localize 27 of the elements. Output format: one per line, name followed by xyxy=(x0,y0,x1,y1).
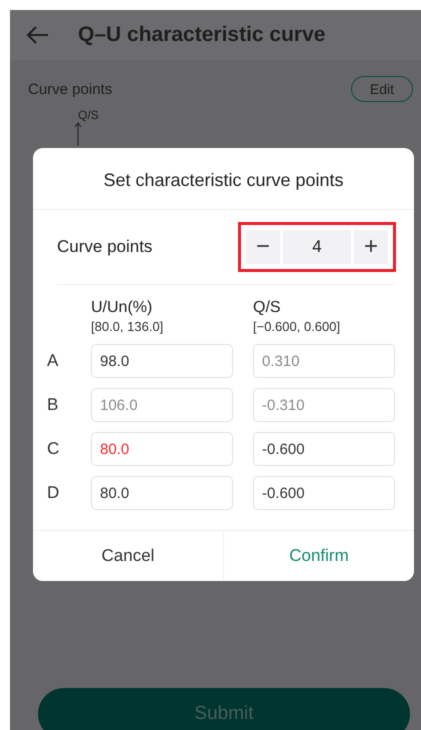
input-field[interactable]: 98.0 xyxy=(91,344,233,378)
section-label: Curve points xyxy=(28,80,112,98)
axis-line xyxy=(74,122,82,146)
row-label: D xyxy=(47,483,60,503)
input-field[interactable]: 80.0 xyxy=(91,476,233,510)
increment-button[interactable]: + xyxy=(354,230,388,264)
stepper-value[interactable]: 4 xyxy=(283,230,351,264)
row-label: B xyxy=(47,395,60,415)
column-range: [80.0, 136.0] xyxy=(91,319,164,334)
stepper-label: Curve points xyxy=(57,237,152,257)
row-label: A xyxy=(47,351,60,371)
page-title: Q–U characteristic curve xyxy=(78,23,326,47)
input-field[interactable]: -0.600 xyxy=(253,432,395,466)
axis-label: Q/S xyxy=(78,108,100,122)
input-field[interactable]: 80.0 xyxy=(91,432,233,466)
input-field[interactable]: -0.600 xyxy=(253,476,395,510)
row-label: C xyxy=(47,439,60,459)
confirm-button[interactable]: Confirm xyxy=(223,531,414,581)
input-field[interactable]: 0.310 xyxy=(253,344,395,378)
decrement-button[interactable]: − xyxy=(246,230,280,264)
back-arrow-icon[interactable] xyxy=(26,25,50,45)
column-heading: Q/S xyxy=(253,299,282,317)
input-field[interactable]: 106.0 xyxy=(91,388,233,422)
dialog-title: Set characteristic curve points xyxy=(33,148,414,210)
input-field[interactable]: -0.310 xyxy=(253,388,395,422)
column-heading: U/Un(%) xyxy=(91,299,154,317)
column-range: [−0.600, 0.600] xyxy=(253,319,342,334)
